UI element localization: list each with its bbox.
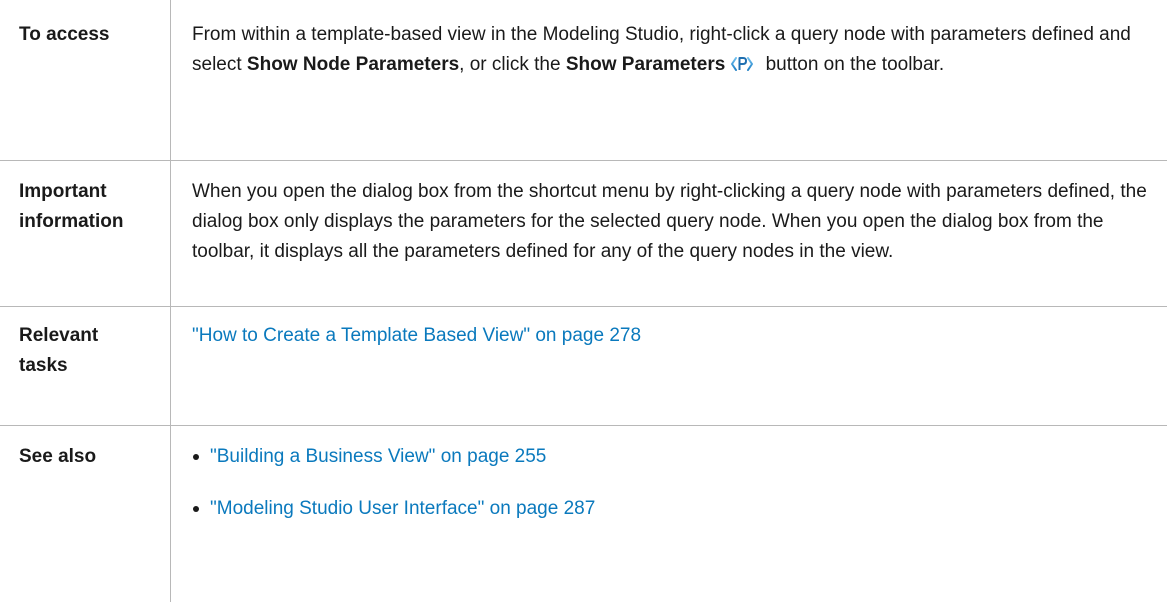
info-table: To access From within a template-based v… bbox=[0, 0, 1167, 602]
to-access-content: From within a template-based view in the… bbox=[171, 0, 1167, 161]
show-node-parameters-term: Show Node Parameters bbox=[247, 54, 459, 75]
see-also-content: "Building a Business View" on page 255 "… bbox=[171, 426, 1167, 602]
relevant-tasks-content: "How to Create a Template Based View" on… bbox=[171, 307, 1167, 426]
important-information-label: Importantinformation bbox=[0, 161, 171, 307]
building-business-view-link[interactable]: "Building a Business View" on page 255 bbox=[210, 446, 546, 467]
modeling-studio-ui-link[interactable]: "Modeling Studio User Interface" on page… bbox=[210, 498, 595, 519]
show-parameters-icon bbox=[730, 53, 754, 71]
relevant-tasks-label: Relevanttasks bbox=[0, 307, 171, 426]
row-important-information: Importantinformation When you open the d… bbox=[0, 161, 1167, 307]
see-also-label: See also bbox=[0, 426, 171, 602]
important-information-text: When you open the dialog box from the sh… bbox=[171, 161, 1167, 307]
how-to-create-template-view-link[interactable]: "How to Create a Template Based View" on… bbox=[192, 325, 641, 346]
to-access-text-3: button on the toolbar. bbox=[760, 54, 944, 75]
show-parameters-term: Show Parameters bbox=[566, 54, 725, 75]
row-relevant-tasks: Relevanttasks "How to Create a Template … bbox=[0, 307, 1167, 426]
bullet-icon bbox=[193, 454, 199, 460]
row-to-access: To access From within a template-based v… bbox=[0, 0, 1167, 161]
to-access-label: To access bbox=[0, 0, 171, 161]
bullet-icon bbox=[193, 506, 199, 512]
row-see-also: See also "Building a Business View" on p… bbox=[0, 426, 1167, 602]
list-item: "Building a Business View" on page 255 bbox=[192, 442, 1149, 472]
see-also-list: "Building a Business View" on page 255 "… bbox=[192, 442, 1149, 524]
list-item: "Modeling Studio User Interface" on page… bbox=[192, 494, 1149, 524]
to-access-text-2: , or click the bbox=[459, 54, 566, 75]
